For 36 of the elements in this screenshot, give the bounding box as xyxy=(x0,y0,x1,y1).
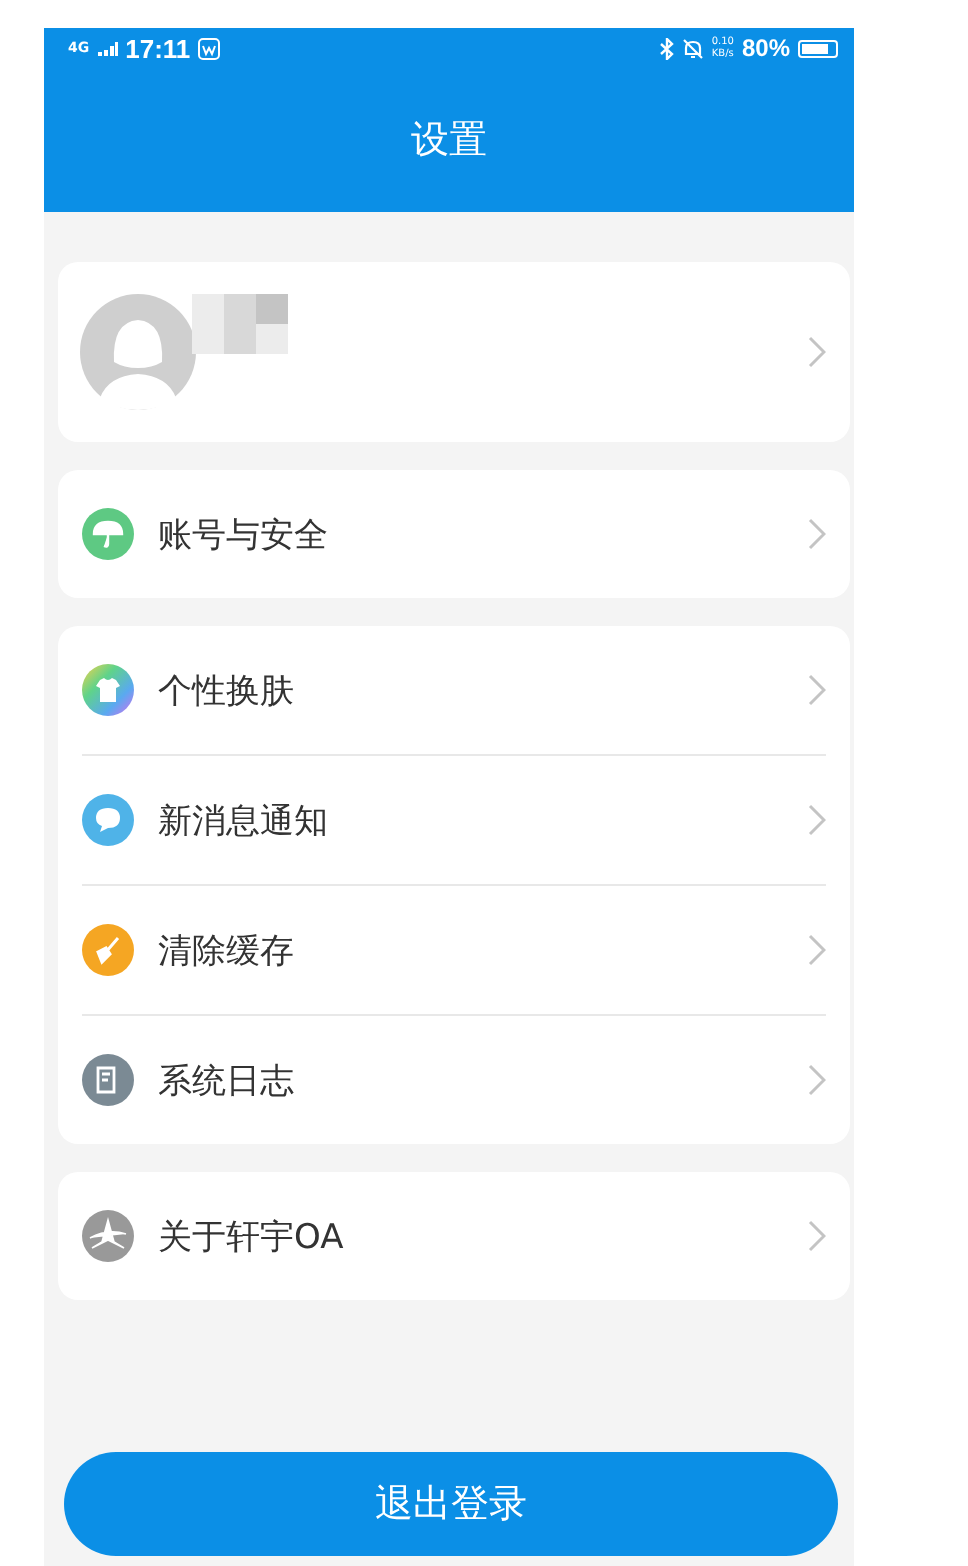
item-icon xyxy=(82,508,134,560)
battery-label: 80% xyxy=(741,34,790,62)
item-icon xyxy=(82,664,134,716)
settings-item[interactable]: 清除缓存 xyxy=(82,884,826,1014)
avatar-icon xyxy=(80,294,196,410)
signal-icon xyxy=(97,41,118,55)
item-label: 新消息通知 xyxy=(158,799,328,843)
page-title: 设置 xyxy=(411,116,487,166)
item-label: 清除缓存 xyxy=(158,929,294,973)
settings-item[interactable]: 个性换肤 xyxy=(82,626,826,754)
chevron-icon xyxy=(808,1220,826,1252)
settings-item[interactable]: 账号与安全 xyxy=(82,470,826,598)
battery-icon xyxy=(798,39,838,57)
item-label: 账号与安全 xyxy=(158,513,328,557)
chevron-icon xyxy=(808,674,826,706)
mute-icon xyxy=(681,37,704,59)
item-label: 系统日志 xyxy=(158,1059,294,1103)
settings-item[interactable]: 系统日志 xyxy=(82,1014,826,1144)
chevron-icon xyxy=(808,1064,826,1096)
settings-item[interactable]: 新消息通知 xyxy=(82,754,826,884)
notification-icon xyxy=(198,37,221,59)
chevron-icon xyxy=(808,934,826,966)
chevron-icon xyxy=(808,518,826,550)
item-icon xyxy=(82,924,134,976)
item-icon xyxy=(82,794,134,846)
settings-item[interactable]: 关于轩宇OA xyxy=(82,1172,826,1300)
item-icon xyxy=(82,1054,134,1106)
chevron-icon xyxy=(808,336,826,368)
item-icon xyxy=(82,1210,134,1262)
item-label: 关于轩宇OA xyxy=(158,1215,344,1259)
blurred-name xyxy=(192,294,288,354)
chevron-icon xyxy=(808,804,826,836)
bluetooth-icon xyxy=(659,37,674,59)
item-label: 个性换肤 xyxy=(158,669,294,713)
status-time: 17:11 xyxy=(125,33,191,63)
profile-row[interactable] xyxy=(58,262,850,442)
